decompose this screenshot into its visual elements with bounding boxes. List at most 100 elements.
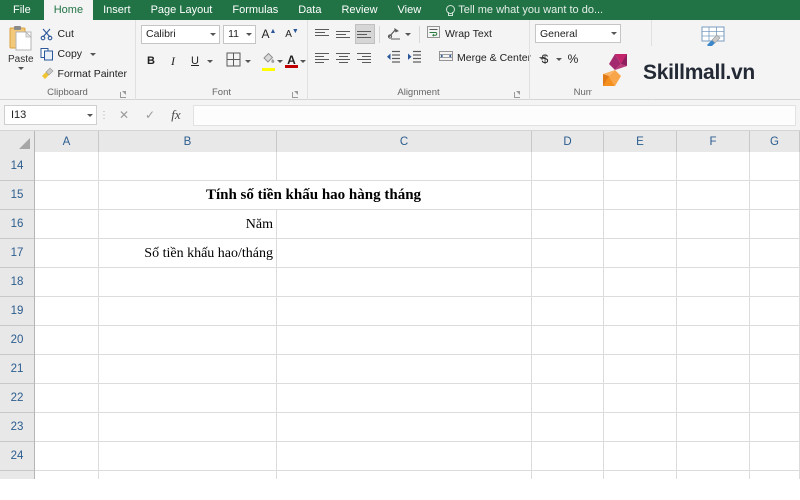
cell-E17[interactable] [604, 239, 677, 268]
tab-formulas[interactable]: Formulas [222, 0, 288, 20]
formula-input[interactable] [193, 104, 796, 126]
tab-file[interactable]: File [0, 0, 44, 20]
name-box-input[interactable]: I13 [4, 105, 97, 125]
row-header-21[interactable]: 21 [0, 355, 34, 384]
cell-D22[interactable] [532, 384, 604, 413]
cell-D16[interactable] [532, 210, 604, 239]
number-format-select[interactable]: General [535, 24, 621, 43]
cell-D21[interactable] [532, 355, 604, 384]
cell-E22[interactable] [604, 384, 677, 413]
cell-F15[interactable] [677, 181, 750, 210]
cell-D18[interactable] [532, 268, 604, 297]
column-header-A[interactable]: A [35, 131, 99, 152]
chevron-down-icon[interactable] [210, 32, 217, 36]
column-header-E[interactable]: E [604, 131, 677, 152]
cell-E14[interactable] [604, 152, 677, 181]
row-header-17[interactable]: 17 [0, 239, 34, 268]
cell-B23[interactable] [99, 413, 277, 442]
cell-G15[interactable] [750, 181, 800, 210]
align-center-button[interactable] [334, 48, 354, 68]
cell-A24[interactable] [35, 442, 99, 471]
paste-button[interactable]: Paste [5, 23, 37, 86]
cell-G23[interactable] [750, 413, 800, 442]
chevron-down-icon[interactable] [245, 59, 251, 63]
align-top-button[interactable] [313, 24, 333, 44]
cell-B14[interactable] [99, 152, 277, 181]
shrink-font-button[interactable]: A ▼ [282, 24, 302, 44]
cell-G20[interactable] [750, 326, 800, 355]
row-header-22[interactable]: 22 [0, 384, 34, 413]
row-header-25[interactable]: 25 [0, 471, 34, 479]
cell-A25[interactable] [35, 471, 99, 479]
cell-D24[interactable] [532, 442, 604, 471]
row-header-24[interactable]: 24 [0, 442, 34, 471]
font-color-button[interactable]: A [285, 51, 298, 71]
cell-B19[interactable] [99, 297, 277, 326]
cell-D25[interactable] [532, 471, 604, 479]
wrap-text-button[interactable]: Wrap Text [424, 24, 495, 45]
cell-G14[interactable] [750, 152, 800, 181]
cell-A21[interactable] [35, 355, 99, 384]
cell-A22[interactable] [35, 384, 99, 413]
cell-E16[interactable] [604, 210, 677, 239]
orientation-button[interactable] [384, 24, 404, 44]
cell-A18[interactable] [35, 268, 99, 297]
chevron-down-icon[interactable] [300, 59, 306, 63]
cell-C20[interactable] [277, 326, 532, 355]
cell-A16[interactable] [35, 210, 99, 239]
row-header-14[interactable]: 14 [0, 152, 34, 181]
cell-C18[interactable] [277, 268, 532, 297]
row-header-20[interactable]: 20 [0, 326, 34, 355]
row-header-15[interactable]: 15 [0, 181, 34, 210]
cell-F14[interactable] [677, 152, 750, 181]
column-header-B[interactable]: B [99, 131, 277, 152]
tab-page-layout[interactable]: Page Layout [141, 0, 223, 20]
cell-C21[interactable] [277, 355, 532, 384]
fill-color-button[interactable] [261, 51, 275, 71]
chevron-down-icon[interactable] [405, 32, 411, 36]
cell-G16[interactable] [750, 210, 800, 239]
accounting-format-button[interactable]: $ [535, 49, 555, 69]
font-size-input[interactable]: 11 [223, 24, 256, 44]
cell-D20[interactable] [532, 326, 604, 355]
cell-G25[interactable] [750, 471, 800, 479]
row-header-18[interactable]: 18 [0, 268, 34, 297]
cell-B22[interactable] [99, 384, 277, 413]
tell-me-search[interactable]: Tell me what you want to do... [431, 0, 603, 20]
cell-A20[interactable] [35, 326, 99, 355]
cancel-button[interactable]: ✕ [111, 105, 137, 126]
row-header-16[interactable]: 16 [0, 210, 34, 239]
row-header-23[interactable]: 23 [0, 413, 34, 442]
cell-G17[interactable] [750, 239, 800, 268]
cell-F17[interactable] [677, 239, 750, 268]
chevron-down-icon[interactable] [207, 59, 213, 63]
borders-button[interactable] [223, 51, 243, 71]
bold-button[interactable]: B [141, 51, 161, 71]
chevron-down-icon[interactable] [90, 52, 97, 56]
cell-B24[interactable] [99, 442, 277, 471]
font-dialog-launcher[interactable] [291, 90, 300, 99]
column-header-D[interactable]: D [532, 131, 604, 152]
align-bottom-button[interactable] [355, 24, 375, 44]
cell-C24[interactable] [277, 442, 532, 471]
cell-D14[interactable] [532, 152, 604, 181]
cell-F23[interactable] [677, 413, 750, 442]
cell-B18[interactable] [99, 268, 277, 297]
increase-indent-button[interactable] [404, 48, 424, 68]
cell-F24[interactable] [677, 442, 750, 471]
percent-format-button[interactable]: % [563, 49, 583, 69]
cell-C25[interactable] [277, 471, 532, 479]
tab-review[interactable]: Review [331, 0, 387, 20]
tab-home[interactable]: Home [43, 0, 94, 20]
grow-font-button[interactable]: A ▲ [259, 24, 279, 44]
cell-B17[interactable]: Số tiền khấu hao/tháng [99, 239, 277, 268]
enter-button[interactable]: ✓ [137, 105, 163, 126]
cell-C22[interactable] [277, 384, 532, 413]
chevron-down-icon[interactable] [277, 59, 283, 63]
cell-B25[interactable] [99, 471, 277, 479]
underline-button[interactable]: U [185, 51, 205, 71]
chevron-down-icon[interactable] [611, 32, 617, 35]
cell-C14[interactable] [277, 152, 532, 181]
align-right-button[interactable] [355, 48, 375, 68]
column-header-G[interactable]: G [750, 131, 800, 152]
